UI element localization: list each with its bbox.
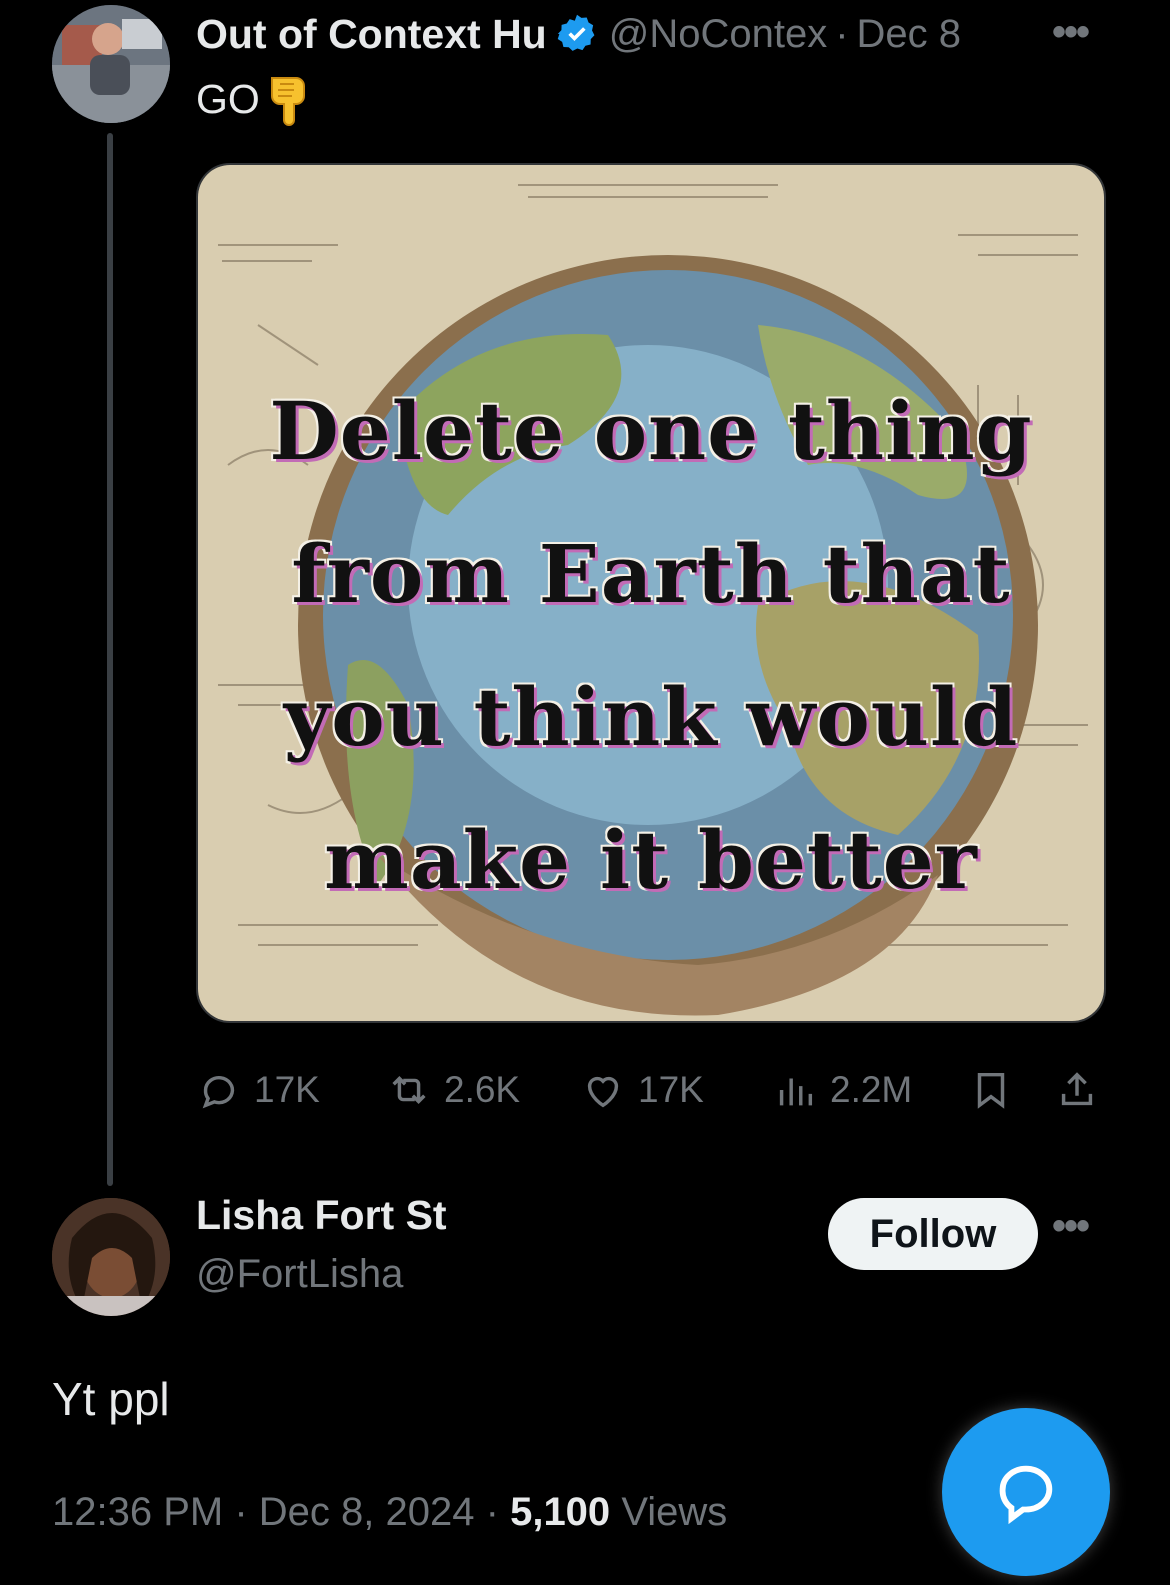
reply-text: Yt ppl (52, 1373, 170, 1425)
tweet-date[interactable]: Dec 8 (857, 12, 962, 57)
follow-button[interactable]: Follow (828, 1198, 1038, 1270)
more-options-icon[interactable]: ••• (1052, 10, 1090, 55)
author-avatar[interactable] (52, 5, 170, 123)
verified-badge-icon (557, 14, 595, 51)
separator-dot: · (234, 1490, 248, 1534)
reply-button[interactable]: 17K (196, 1060, 320, 1120)
reply-author-name[interactable]: Lisha Fort St (196, 1192, 447, 1239)
bookmark-icon (977, 1072, 1005, 1109)
reply-views-label: Views (621, 1490, 728, 1534)
speech-bubble-icon (999, 1465, 1053, 1525)
reply-views-count: 5,100 (510, 1490, 611, 1534)
image-caption: Delete one thing from Earth that you thi… (269, 384, 1033, 907)
reply-author-handle[interactable]: @FortLisha (196, 1252, 403, 1297)
reply-date[interactable]: Dec 8, 2024 (259, 1490, 475, 1534)
reply-meta: 12:36 PM · Dec 8, 2024 · 5,100 Views (52, 1490, 727, 1535)
reply-count: 17K (254, 1069, 320, 1110)
views-count: 2.2M (830, 1069, 913, 1110)
reply-icon (202, 1076, 235, 1109)
tweet-text: GO (196, 72, 310, 126)
pointing-down-hand-icon (270, 77, 305, 126)
separator-dot: · (485, 1490, 499, 1534)
share-button[interactable] (1054, 1060, 1112, 1120)
reply-more-options-icon[interactable]: ••• (1052, 1204, 1090, 1249)
tweet-text-content: GO (196, 75, 260, 122)
views-button[interactable]: 2.2M (772, 1060, 912, 1120)
retweet-count: 2.6K (444, 1069, 521, 1110)
separator-dot: · (835, 11, 849, 56)
views-chart-icon (779, 1078, 813, 1106)
share-icon (1061, 1072, 1093, 1106)
bookmark-button[interactable] (968, 1060, 1026, 1120)
thread-line (107, 133, 113, 1186)
heart-icon (587, 1076, 619, 1108)
tweet-actions: 17K 2.6K 17K 2.2M (196, 1060, 1106, 1120)
reply-time[interactable]: 12:36 PM (52, 1490, 223, 1534)
tweet-image[interactable]: Delete one thing from Earth that you thi… (196, 163, 1106, 1023)
author-handle[interactable]: @NoContex (609, 12, 827, 57)
tweet-header: Out of Context Hu @NoContex · Dec 8 (196, 6, 961, 62)
reply-author-avatar[interactable] (52, 1198, 170, 1316)
compose-reply-button[interactable] (942, 1408, 1110, 1576)
retweet-icon (392, 1076, 426, 1104)
like-button[interactable]: 17K (580, 1060, 704, 1120)
retweet-button[interactable]: 2.6K (386, 1060, 520, 1120)
author-name[interactable]: Out of Context Hu (196, 11, 547, 58)
like-count: 17K (638, 1069, 704, 1110)
